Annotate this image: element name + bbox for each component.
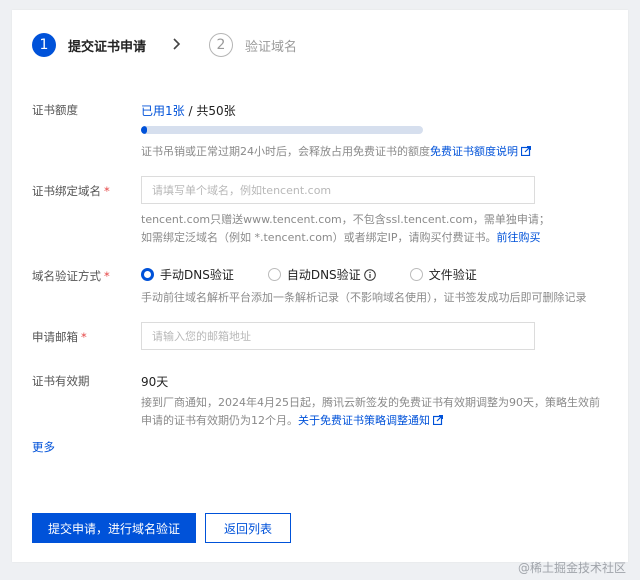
external-link-icon[interactable] bbox=[433, 415, 443, 425]
radio-auto-dns-label: 自动DNS验证 bbox=[286, 268, 361, 282]
verification-help: 手动前往域名解析平台添加一条解析记录（不影响域名使用），证书签发成功后即可删除记… bbox=[141, 291, 587, 304]
domain-help-line2-row: 如需绑定泛域名（例如 *.tencent.com）或者绑定IP，请购买付费证书。… bbox=[141, 229, 550, 247]
radio-checked-icon[interactable] bbox=[141, 268, 154, 281]
radio-unchecked-icon[interactable] bbox=[409, 268, 423, 281]
submit-button[interactable]: 提交申请，进行域名验证 bbox=[32, 513, 196, 543]
validity-notice-line2-row: 申请的证书有效期仍为12个月。关于免费证书策略调整通知 bbox=[141, 412, 600, 430]
domain-help-line1: tencent.com只赠送www.tencent.com，不包含ssl.ten… bbox=[141, 213, 550, 226]
required-mark: * bbox=[104, 184, 110, 198]
domain-help: tencent.com只赠送www.tencent.com，不包含ssl.ten… bbox=[141, 211, 550, 247]
validity-notice-line1: 接到厂商通知，2024年4月25日起，腾讯云新签发的免费证书有效期调整为90天，… bbox=[141, 396, 600, 409]
radio-unchecked-icon[interactable] bbox=[267, 268, 281, 281]
quota-help-link[interactable]: 免费证书额度说明 bbox=[430, 145, 518, 158]
quota-progress-bar bbox=[141, 126, 423, 134]
validity-label: 证书有效期 bbox=[32, 374, 90, 388]
quota-value: 已用1张 / 共50张 bbox=[141, 102, 236, 119]
validity-value: 90天 bbox=[141, 375, 169, 389]
email-label: 申请邮箱 bbox=[32, 330, 78, 344]
back-to-list-button[interactable]: 返回列表 bbox=[205, 513, 291, 543]
quota-label: 证书额度 bbox=[32, 103, 78, 117]
email-input[interactable] bbox=[141, 322, 535, 350]
verification-radio-group: 手动DNS验证 自动DNS验证 文件验证 bbox=[141, 266, 511, 283]
quota-used: 已用1张 bbox=[141, 104, 185, 118]
quota-total: 共50张 bbox=[196, 104, 236, 118]
required-mark: * bbox=[104, 269, 110, 283]
radio-auto-dns[interactable]: 自动DNS验证 bbox=[267, 266, 376, 283]
more-toggle[interactable]: 更多 bbox=[32, 439, 55, 455]
quota-help: 证书吊销或正常过期24小时后，会释放占用免费证书的额度免费证书额度说明 bbox=[141, 143, 531, 161]
step-1-label: 提交证书申请 bbox=[68, 39, 147, 55]
quota-help-text: 证书吊销或正常过期24小时后，会释放占用免费证书的额度 bbox=[141, 145, 430, 158]
domain-label: 证书绑定域名 bbox=[32, 184, 101, 198]
validity-notice: 接到厂商通知，2024年4月25日起，腾讯云新签发的免费证书有效期调整为90天，… bbox=[141, 394, 600, 430]
info-circle-icon[interactable] bbox=[363, 268, 376, 281]
apply-certificate-panel: 1 提交证书申请 2 验证域名 证书额度 已用1张 / 共50张 证书吊销或正常… bbox=[12, 10, 628, 562]
email-label-row: 申请邮箱 * bbox=[32, 329, 87, 345]
buy-link[interactable]: 前往购买 bbox=[497, 231, 541, 244]
domain-help-line2: 如需绑定泛域名（例如 *.tencent.com）或者绑定IP，请购买付费证书。 bbox=[141, 231, 497, 244]
external-link-icon[interactable] bbox=[521, 146, 531, 156]
radio-manual-dns[interactable]: 手动DNS验证 bbox=[141, 266, 234, 283]
steps-indicator: 1 提交证书申请 2 验证域名 bbox=[32, 32, 297, 58]
quota-progress-fill bbox=[141, 126, 147, 134]
quota-separator: / bbox=[184, 104, 197, 118]
domain-input[interactable] bbox=[141, 176, 535, 204]
verification-label: 域名验证方式 bbox=[32, 269, 101, 283]
step-2-number: 2 bbox=[209, 33, 234, 57]
watermark: @稀土掘金技术社区 bbox=[517, 561, 626, 575]
policy-notice-link[interactable]: 关于免费证书策略调整通知 bbox=[298, 414, 430, 427]
radio-file-label: 文件验证 bbox=[428, 268, 477, 282]
step-1-number: 1 bbox=[32, 33, 56, 57]
radio-manual-dns-label: 手动DNS验证 bbox=[160, 268, 234, 282]
chevron-right-icon bbox=[172, 37, 181, 53]
radio-file[interactable]: 文件验证 bbox=[409, 266, 477, 283]
step-2-label: 验证域名 bbox=[245, 39, 298, 55]
verification-label-row: 域名验证方式 * bbox=[32, 268, 110, 284]
required-mark: * bbox=[81, 330, 87, 344]
validity-notice-line2: 申请的证书有效期仍为12个月。 bbox=[141, 414, 298, 427]
domain-label-row: 证书绑定域名 * bbox=[32, 183, 110, 199]
